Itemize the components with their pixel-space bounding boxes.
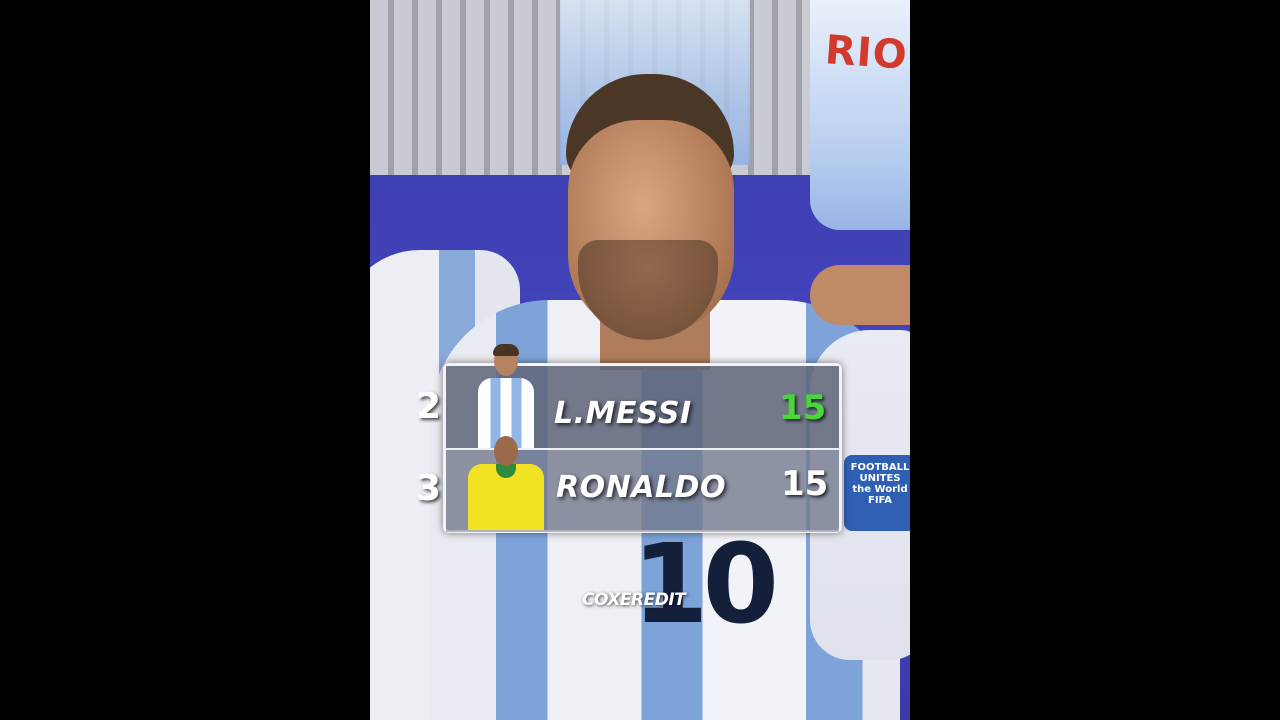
- rank-label-ronaldo: 3: [416, 468, 442, 509]
- player-name-ronaldo: RONALDO: [556, 470, 726, 505]
- video-player[interactable]: RIO FOOTBALL UNITES the World FIFA 10 2 …: [370, 0, 910, 720]
- player-avatar-messi: [474, 344, 538, 448]
- rank-label-messi: 2: [416, 386, 442, 427]
- score-messi: 15: [779, 388, 827, 428]
- ranking-row: RONALDO 15: [446, 436, 839, 532]
- jersey-number: 10: [632, 520, 779, 648]
- armband-text: FOOTBALL UNITES the World FIFA: [850, 462, 910, 506]
- player-avatar-ronaldo: [466, 434, 546, 530]
- watermark-text: COXEREDIT: [582, 590, 686, 610]
- banner-text: RIO: [823, 27, 910, 79]
- teammate-hand: [810, 265, 910, 325]
- ranking-scoreboard: L.MESSI 15 RONALDO 15: [443, 344, 842, 533]
- player-name-messi: L.MESSI: [554, 396, 692, 431]
- score-ronaldo: 15: [781, 464, 829, 504]
- video-frame: RIO FOOTBALL UNITES the World FIFA 10 2 …: [0, 0, 1280, 720]
